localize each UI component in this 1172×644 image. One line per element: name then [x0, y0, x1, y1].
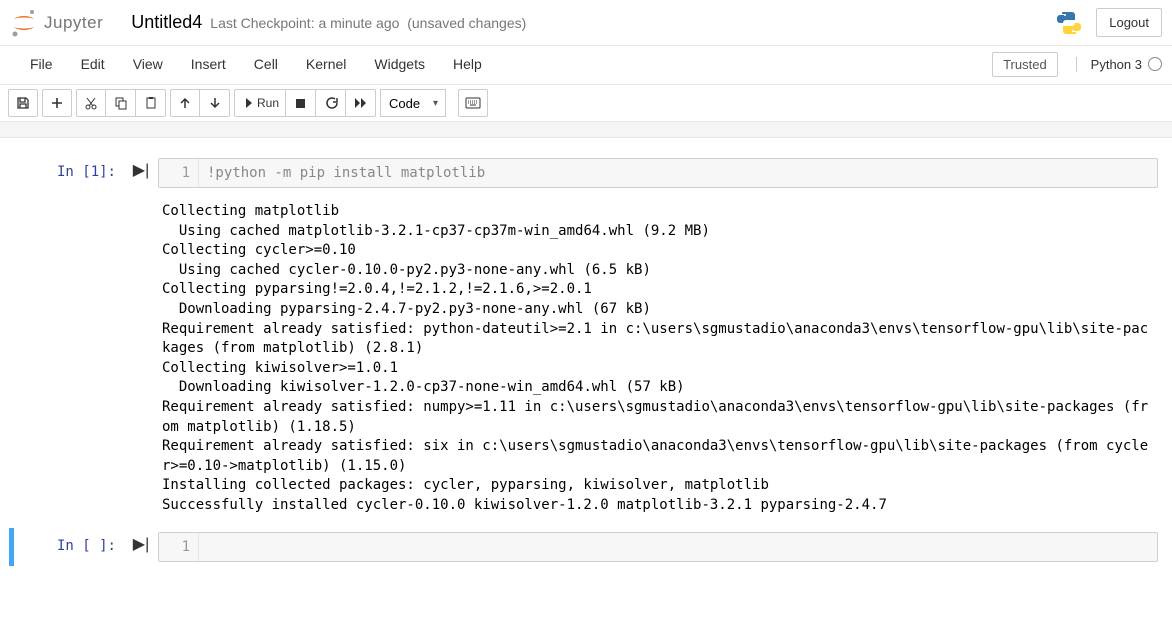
toolbar: Run Code ▾	[0, 85, 1172, 122]
logo-text: Jupyter	[44, 13, 103, 33]
checkpoint-text: Last Checkpoint: a minute ago (unsaved c…	[210, 15, 526, 31]
paste-button[interactable]	[136, 89, 166, 117]
menu-file[interactable]: File	[16, 50, 67, 78]
notebook-title[interactable]: Untitled4	[131, 12, 202, 33]
menu-edit[interactable]: Edit	[67, 50, 119, 78]
menu-insert[interactable]: Insert	[177, 50, 240, 78]
jupyter-logo[interactable]: Jupyter	[10, 9, 103, 37]
arrow-up-icon	[179, 97, 191, 109]
fast-forward-icon	[354, 97, 368, 109]
menu-kernel[interactable]: Kernel	[292, 50, 360, 78]
keyboard-icon	[465, 97, 481, 109]
save-button[interactable]	[8, 89, 38, 117]
code-cell[interactable]: In [1]: ▶| 1 !python -m pip install matp…	[14, 154, 1158, 192]
cell-output: Collecting matplotlib Using cached matpl…	[14, 200, 1158, 518]
kernel-status-icon	[1148, 57, 1162, 71]
code-content[interactable]: !python -m pip install matplotlib	[199, 159, 493, 187]
run-cell-icon[interactable]: ▶|	[133, 160, 149, 188]
menu-cell[interactable]: Cell	[240, 50, 292, 78]
code-content[interactable]	[199, 533, 215, 561]
plus-icon	[51, 97, 63, 109]
notebook-header: Jupyter Untitled4 Last Checkpoint: a min…	[0, 0, 1172, 46]
stop-icon	[295, 98, 306, 109]
copy-icon	[114, 96, 128, 110]
cut-button[interactable]	[76, 89, 106, 117]
menubar: File Edit View Insert Cell Kernel Widget…	[0, 46, 1172, 85]
copy-button[interactable]	[106, 89, 136, 117]
line-number: 1	[159, 159, 199, 187]
code-input-area[interactable]: 1 !python -m pip install matplotlib	[158, 158, 1158, 188]
move-down-button[interactable]	[200, 89, 230, 117]
jupyter-logo-icon	[10, 9, 38, 37]
logout-button[interactable]: Logout	[1096, 8, 1162, 37]
output-text: Collecting matplotlib Using cached matpl…	[158, 200, 1158, 518]
arrow-down-icon	[209, 97, 221, 109]
scissors-icon	[84, 96, 98, 110]
paste-icon	[144, 96, 158, 110]
line-number: 1	[159, 533, 199, 561]
cell-type-select[interactable]: Code	[380, 89, 446, 117]
restart-button[interactable]	[316, 89, 346, 117]
python-logo-icon	[1056, 10, 1082, 36]
code-cell[interactable]: In [ ]: ▶| 1	[9, 528, 1158, 566]
command-palette-button[interactable]	[458, 89, 488, 117]
kernel-name: Python 3	[1091, 57, 1142, 72]
move-up-button[interactable]	[170, 89, 200, 117]
add-cell-button[interactable]	[42, 89, 72, 117]
input-prompt: In [ ]:	[14, 532, 124, 562]
interrupt-button[interactable]	[286, 89, 316, 117]
run-button[interactable]: Run	[234, 89, 286, 117]
notebook-container: In [1]: ▶| 1 !python -m pip install matp…	[0, 138, 1172, 582]
trusted-indicator[interactable]: Trusted	[992, 52, 1058, 77]
run-cell-icon[interactable]: ▶|	[133, 534, 149, 562]
menu-view[interactable]: View	[119, 50, 177, 78]
save-icon	[16, 96, 30, 110]
menu-widgets[interactable]: Widgets	[360, 50, 439, 78]
menu-help[interactable]: Help	[439, 50, 496, 78]
toolbar-spacer	[0, 122, 1172, 138]
code-input-area[interactable]: 1	[158, 532, 1158, 562]
restart-icon	[324, 96, 338, 110]
kernel-indicator[interactable]: Python 3	[1076, 57, 1162, 72]
restart-run-all-button[interactable]	[346, 89, 376, 117]
input-prompt: In [1]:	[14, 158, 124, 188]
run-icon	[241, 97, 253, 109]
